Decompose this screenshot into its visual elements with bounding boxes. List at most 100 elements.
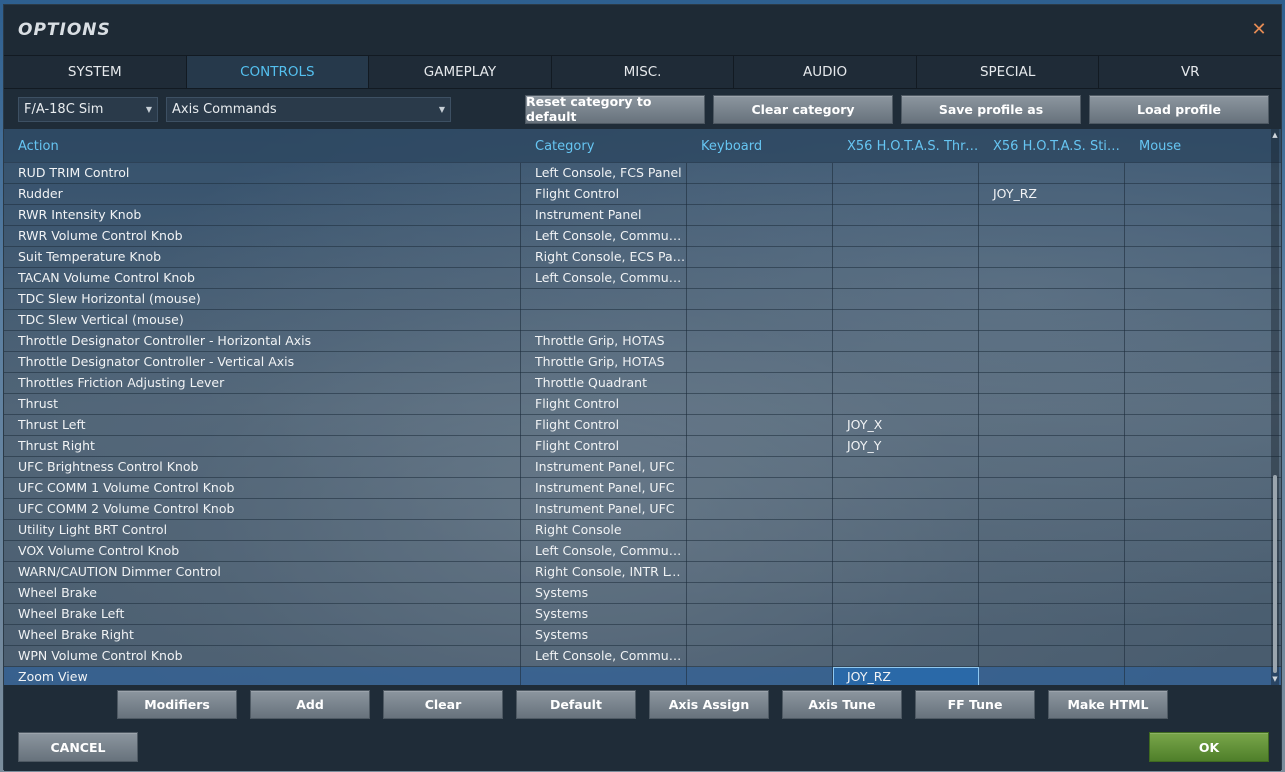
- throttle-cell[interactable]: [833, 519, 979, 541]
- keyboard-cell[interactable]: [687, 435, 833, 457]
- tab-vr[interactable]: VR: [1099, 56, 1282, 88]
- category-cell[interactable]: Throttle Grip, HOTAS: [521, 330, 687, 352]
- table-row[interactable]: Throttle Designator Controller - Vertica…: [4, 351, 1281, 373]
- table-row[interactable]: UFC COMM 2 Volume Control Knob Instrument…: [4, 498, 1281, 520]
- action-cell[interactable]: Thrust: [4, 393, 521, 415]
- action-cell[interactable]: VOX Volume Control Knob: [4, 540, 521, 562]
- mouse-cell[interactable]: [1125, 205, 1273, 226]
- table-row[interactable]: TDC Slew Horizontal (mouse): [4, 288, 1281, 310]
- table-row[interactable]: RUD TRIM Control Left Console, FCS Panel: [4, 162, 1281, 184]
- action-cell[interactable]: Throttles Friction Adjusting Lever: [4, 372, 521, 394]
- mouse-cell[interactable]: [1125, 184, 1273, 205]
- stick-cell[interactable]: [979, 204, 1125, 226]
- mouse-cell[interactable]: [1125, 667, 1273, 686]
- save-profile-button[interactable]: Save profile as: [901, 94, 1081, 124]
- keyboard-cell[interactable]: [687, 477, 833, 499]
- throttle-cell[interactable]: [833, 561, 979, 583]
- mouse-cell[interactable]: [1125, 394, 1273, 415]
- table-row[interactable]: Throttle Designator Controller - Horizon…: [4, 330, 1281, 352]
- stick-cell[interactable]: [979, 540, 1125, 562]
- table-row[interactable]: Thrust Left Flight Control JOY_X: [4, 414, 1281, 436]
- keyboard-cell[interactable]: [687, 561, 833, 583]
- mouse-cell[interactable]: [1125, 457, 1273, 478]
- mouse-cell[interactable]: [1125, 247, 1273, 268]
- mouse-cell[interactable]: [1125, 415, 1273, 436]
- stick-cell[interactable]: [979, 645, 1125, 667]
- throttle-cell[interactable]: [833, 162, 979, 184]
- mouse-cell[interactable]: [1125, 499, 1273, 520]
- tab-audio[interactable]: AUDIO: [734, 56, 917, 88]
- action-cell[interactable]: Utility Light BRT Control: [4, 519, 521, 541]
- stick-cell[interactable]: [979, 456, 1125, 478]
- axis-assign-button[interactable]: Axis Assign: [649, 689, 769, 719]
- throttle-cell[interactable]: [833, 351, 979, 373]
- table-row[interactable]: Wheel Brake Right Systems: [4, 624, 1281, 646]
- action-cell[interactable]: Suit Temperature Knob: [4, 246, 521, 268]
- mouse-cell[interactable]: [1125, 604, 1273, 625]
- action-cell[interactable]: Wheel Brake Right: [4, 624, 521, 646]
- category-cell[interactable]: Systems: [521, 624, 687, 646]
- mouse-cell[interactable]: [1125, 268, 1273, 289]
- action-cell[interactable]: RUD TRIM Control: [4, 162, 521, 184]
- stick-cell[interactable]: [979, 561, 1125, 583]
- keyboard-cell[interactable]: [687, 225, 833, 247]
- add-button[interactable]: Add: [250, 689, 370, 719]
- category-cell[interactable]: Right Console, INTR LT Co: [521, 561, 687, 583]
- action-cell[interactable]: Wheel Brake Left: [4, 603, 521, 625]
- keyboard-cell[interactable]: [687, 393, 833, 415]
- action-cell[interactable]: TACAN Volume Control Knob: [4, 267, 521, 289]
- table-row[interactable]: Rudder Flight Control JOY_RZ: [4, 183, 1281, 205]
- stick-cell[interactable]: [979, 624, 1125, 646]
- make-html-button[interactable]: Make HTML: [1048, 689, 1168, 719]
- category-select[interactable]: Axis Commands ▼: [166, 96, 451, 122]
- action-cell[interactable]: Rudder: [4, 183, 521, 205]
- table-row[interactable]: UFC COMM 1 Volume Control Knob Instrument…: [4, 477, 1281, 499]
- grid-scrollbar[interactable]: ▲ ▼: [1271, 129, 1279, 685]
- throttle-cell[interactable]: JOY_RZ: [833, 666, 979, 685]
- stick-cell[interactable]: [979, 288, 1125, 310]
- throttle-cell[interactable]: [833, 225, 979, 247]
- category-cell[interactable]: Instrument Panel, UFC: [521, 498, 687, 520]
- action-cell[interactable]: Thrust Right: [4, 435, 521, 457]
- keyboard-cell[interactable]: [687, 246, 833, 268]
- table-row[interactable]: RWR Volume Control Knob Left Console, Com…: [4, 225, 1281, 247]
- mouse-cell[interactable]: [1125, 163, 1273, 184]
- table-row[interactable]: TACAN Volume Control Knob Left Console, C…: [4, 267, 1281, 289]
- stick-cell[interactable]: [979, 162, 1125, 184]
- action-cell[interactable]: TDC Slew Vertical (mouse): [4, 309, 521, 331]
- close-icon[interactable]: ✕: [1251, 21, 1267, 39]
- keyboard-cell[interactable]: [687, 603, 833, 625]
- keyboard-cell[interactable]: [687, 162, 833, 184]
- throttle-cell[interactable]: [833, 498, 979, 520]
- keyboard-cell[interactable]: [687, 309, 833, 331]
- default-button[interactable]: Default: [516, 689, 636, 719]
- scrollbar-thumb[interactable]: [1273, 475, 1277, 673]
- tab-misc[interactable]: MISC.: [551, 56, 735, 88]
- keyboard-cell[interactable]: [687, 519, 833, 541]
- tab-gameplay[interactable]: GAMEPLAY: [369, 56, 552, 88]
- table-row[interactable]: Wheel Brake Systems: [4, 582, 1281, 604]
- action-cell[interactable]: RWR Intensity Knob: [4, 204, 521, 226]
- keyboard-cell[interactable]: [687, 351, 833, 373]
- keyboard-cell[interactable]: [687, 288, 833, 310]
- mouse-cell[interactable]: [1125, 226, 1273, 247]
- throttle-cell[interactable]: [833, 246, 979, 268]
- header-category[interactable]: Category: [521, 139, 687, 154]
- keyboard-cell[interactable]: [687, 267, 833, 289]
- load-profile-button[interactable]: Load profile: [1089, 94, 1269, 124]
- table-row[interactable]: RWR Intensity Knob Instrument Panel: [4, 204, 1281, 226]
- action-cell[interactable]: Zoom View: [4, 666, 521, 685]
- throttle-cell[interactable]: [833, 624, 979, 646]
- throttle-cell[interactable]: [833, 204, 979, 226]
- table-row[interactable]: VOX Volume Control Knob Left Console, Com…: [4, 540, 1281, 562]
- keyboard-cell[interactable]: [687, 204, 833, 226]
- ok-button[interactable]: OK: [1149, 732, 1269, 762]
- throttle-cell[interactable]: [833, 645, 979, 667]
- throttle-cell[interactable]: [833, 330, 979, 352]
- category-cell[interactable]: Flight Control: [521, 393, 687, 415]
- keyboard-cell[interactable]: [687, 624, 833, 646]
- modifiers-button[interactable]: Modifiers: [117, 689, 237, 719]
- stick-cell[interactable]: [979, 351, 1125, 373]
- keyboard-cell[interactable]: [687, 498, 833, 520]
- header-mouse[interactable]: Mouse: [1125, 139, 1273, 154]
